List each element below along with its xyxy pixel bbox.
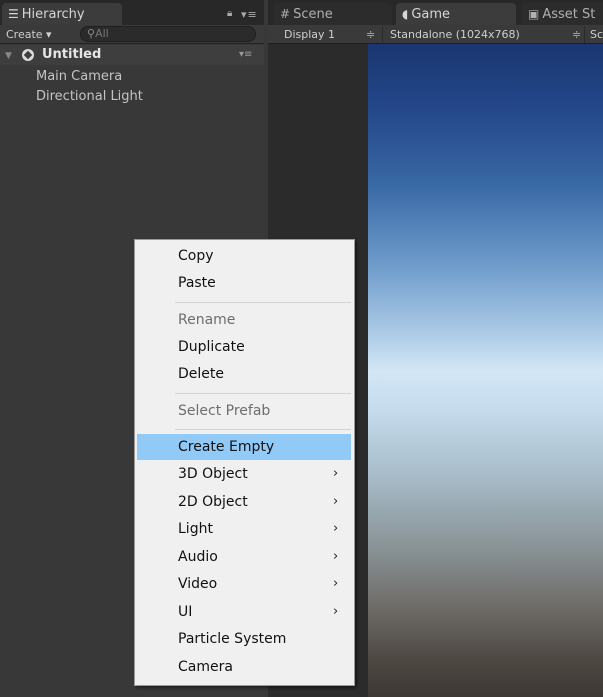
bag-icon: ▣ xyxy=(528,7,540,21)
menu-item-label: Rename xyxy=(178,312,236,328)
menu-item-rename: Rename xyxy=(137,307,351,333)
menu-item-delete[interactable]: Delete xyxy=(137,361,351,387)
submenu-arrow-icon: › xyxy=(333,549,339,564)
menu-item-label: Camera xyxy=(178,659,233,675)
menu-item-duplicate[interactable]: Duplicate xyxy=(137,334,351,360)
list-icon: ☰ xyxy=(8,7,19,21)
menu-item-label: Light xyxy=(178,521,213,537)
menu-item-label: Particle System xyxy=(178,631,287,647)
create-dropdown-button[interactable]: Create ▾ xyxy=(6,28,52,41)
submenu-arrow-icon: › xyxy=(333,466,339,481)
submenu-arrow-icon: › xyxy=(333,521,339,536)
hierarchy-item-main-camera[interactable]: Main Camera xyxy=(36,69,122,84)
menu-item-light[interactable]: Light › xyxy=(137,516,351,542)
menu-item-2d-object[interactable]: 2D Object › xyxy=(137,489,351,515)
toolbar-divider xyxy=(584,26,585,43)
pacman-icon: ◖ xyxy=(402,7,409,21)
submenu-arrow-icon: › xyxy=(333,604,339,619)
resolution-dropdown-arrow-icon[interactable]: ≑ xyxy=(572,28,581,41)
tab-scene[interactable]: # Scene xyxy=(274,3,392,25)
tab-asset-store[interactable]: ▣ Asset St xyxy=(522,3,603,25)
menu-item-label: Paste xyxy=(178,275,216,291)
scene-menu-icon[interactable]: ▾≡ xyxy=(239,49,252,60)
menu-item-select-prefab: Select Prefab xyxy=(137,398,351,424)
game-render-skybox[interactable] xyxy=(368,44,603,697)
menu-item-label: Select Prefab xyxy=(178,403,271,419)
menu-item-paste[interactable]: Paste xyxy=(137,270,351,296)
hierarchy-menu-icon[interactable]: ▾≡ xyxy=(241,8,258,21)
expand-arrow-icon[interactable]: ▼ xyxy=(5,51,12,61)
scene-row[interactable] xyxy=(0,45,264,65)
tab-hierarchy-label: Hierarchy xyxy=(21,7,85,22)
menu-separator xyxy=(175,393,351,394)
menu-item-label: Audio xyxy=(178,549,218,565)
menu-item-create-empty[interactable]: Create Empty xyxy=(137,434,351,460)
display-dropdown[interactable]: Display 1 xyxy=(284,28,335,41)
tab-asset-store-label: Asset St xyxy=(542,7,596,22)
menu-item-video[interactable]: Video › xyxy=(137,571,351,597)
toolbar-divider xyxy=(382,26,383,43)
hierarchy-item-directional-light[interactable]: Directional Light xyxy=(36,89,143,104)
scene-name: Untitled xyxy=(42,47,102,62)
menu-item-label: Video xyxy=(178,576,218,592)
menu-item-camera[interactable]: Camera xyxy=(137,654,351,680)
display-dropdown-arrow-icon[interactable]: ≑ xyxy=(366,28,375,41)
tab-game-label: Game xyxy=(411,7,451,22)
tab-hierarchy[interactable]: ☰ Hierarchy xyxy=(2,3,122,25)
grid-icon: # xyxy=(280,7,291,21)
menu-item-audio[interactable]: Audio › xyxy=(137,544,351,570)
hierarchy-search-input[interactable]: ⚲All xyxy=(80,26,256,42)
unity-logo-icon xyxy=(22,49,34,61)
scale-slider-label[interactable]: Sc xyxy=(590,28,603,41)
menu-item-label: Delete xyxy=(178,366,224,382)
submenu-arrow-icon: › xyxy=(333,494,339,509)
menu-item-3d-object[interactable]: 3D Object › xyxy=(137,461,351,487)
search-icon: ⚲ xyxy=(87,27,96,40)
resolution-dropdown[interactable]: Standalone (1024x768) xyxy=(390,28,520,41)
lock-icon[interactable]: 🔒︎ xyxy=(227,8,232,19)
submenu-arrow-icon: › xyxy=(333,576,339,591)
tab-scene-label: Scene xyxy=(293,7,333,22)
menu-item-label: Create Empty xyxy=(178,439,275,455)
menu-item-label: 3D Object xyxy=(178,466,248,482)
menu-item-label: 2D Object xyxy=(178,494,248,510)
menu-item-ui[interactable]: UI › xyxy=(137,599,351,625)
menu-item-label: Copy xyxy=(178,248,214,264)
menu-item-copy[interactable]: Copy xyxy=(137,243,351,269)
tab-game[interactable]: ◖ Game xyxy=(396,3,516,25)
menu-separator xyxy=(175,302,351,303)
search-placeholder: All xyxy=(95,27,109,40)
menu-item-particle-system[interactable]: Particle System xyxy=(137,626,351,652)
menu-separator xyxy=(175,429,351,430)
menu-item-label: UI xyxy=(178,604,193,620)
menu-item-label: Duplicate xyxy=(178,339,245,355)
